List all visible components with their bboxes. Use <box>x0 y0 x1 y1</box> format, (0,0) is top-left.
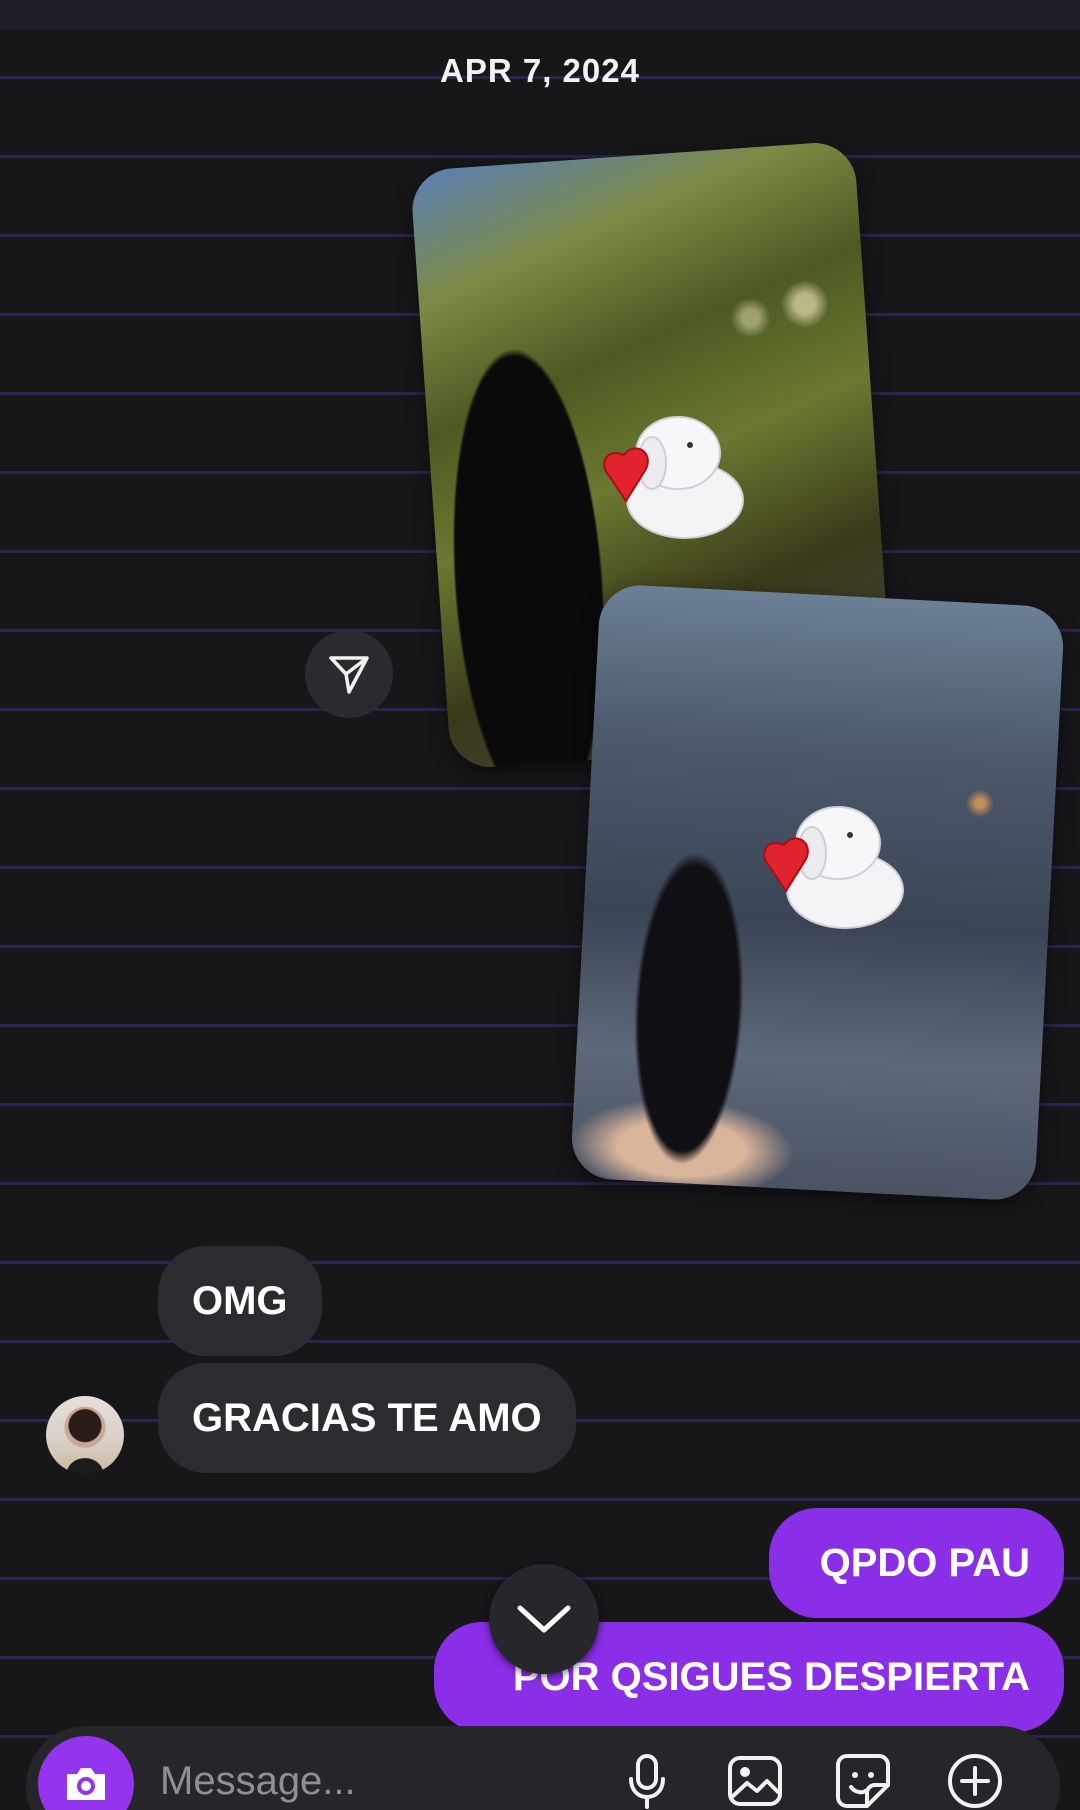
message-composer <box>26 1726 1060 1810</box>
camera-icon <box>67 1768 105 1800</box>
puppy-heart-sticker <box>763 806 904 929</box>
microphone-icon <box>629 1754 665 1809</box>
share-icon <box>329 656 369 694</box>
chat-screen: APR 7, 2024 OMG GRACIAS TE AMO QPDO PAU … <box>0 0 1080 1810</box>
scroll-to-bottom-button[interactable] <box>489 1564 599 1674</box>
camera-button[interactable] <box>38 1736 134 1810</box>
more-button[interactable] <box>944 1750 1006 1810</box>
sticker-icon <box>836 1754 890 1808</box>
incoming-message[interactable]: GRACIAS TE AMO <box>158 1363 576 1473</box>
outgoing-message[interactable]: QPDO PAU <box>769 1508 1064 1618</box>
chevron-down-icon <box>517 1605 571 1633</box>
sticker-button[interactable] <box>832 1750 894 1810</box>
avatar[interactable] <box>46 1396 124 1474</box>
gallery-icon <box>728 1756 782 1806</box>
plus-icon <box>948 1754 1002 1808</box>
puppy-heart-sticker <box>603 416 744 539</box>
share-button[interactable] <box>305 630 393 718</box>
date-separator: APR 7, 2024 <box>440 52 640 89</box>
incoming-message[interactable]: OMG <box>158 1246 322 1356</box>
message-input[interactable] <box>158 1750 542 1810</box>
top-strip <box>0 0 1080 30</box>
gallery-button[interactable] <box>724 1750 786 1810</box>
microphone-button[interactable] <box>616 1750 678 1810</box>
